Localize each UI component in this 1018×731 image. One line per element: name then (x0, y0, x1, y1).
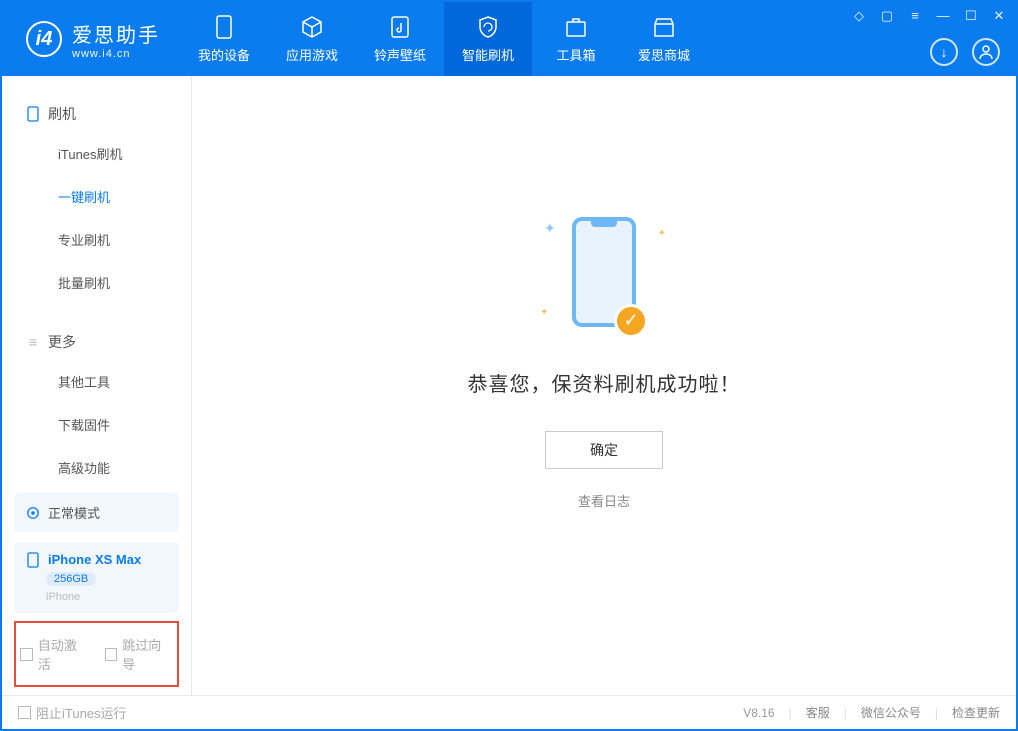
checkbox-block-itunes[interactable]: 阻止iTunes运行 (18, 703, 127, 722)
tab-label: 应用游戏 (286, 45, 338, 64)
sidebar-item-advanced[interactable]: 高级功能 (2, 446, 191, 489)
success-message: 恭喜您，保资料刷机成功啦！ (468, 368, 741, 397)
sidebar-item-other-tools[interactable]: 其他工具 (2, 360, 191, 403)
header: i4 爱思助手 www.i4.cn 我的设备 应用游戏 铃声壁纸 智能刷机 工具… (2, 2, 1016, 76)
check-update-link[interactable]: 检查更新 (952, 704, 1000, 721)
checkbox-skip-guide[interactable]: 跳过向导 (105, 635, 174, 673)
tab-my-device[interactable]: 我的设备 (180, 2, 268, 76)
cube-icon (300, 15, 324, 39)
device-capacity: 256GB (46, 572, 96, 586)
mode-icon (26, 506, 40, 520)
tab-apps[interactable]: 应用游戏 (268, 2, 356, 76)
divider: | (935, 706, 938, 720)
support-link[interactable]: 客服 (806, 704, 830, 721)
sidebar-item-itunes-flash[interactable]: iTunes刷机 (2, 132, 191, 175)
maximize-icon[interactable]: ☐ (962, 8, 980, 24)
window-controls: ◇ ▢ ≡ — ☐ ✕ (850, 8, 1008, 24)
tab-toolbox[interactable]: 工具箱 (532, 2, 620, 76)
device-type: iPhone (46, 591, 167, 603)
sidebar: 刷机 iTunes刷机 一键刷机 专业刷机 批量刷机 ≡ 更多 其他工具 下载固… (2, 76, 192, 695)
close-icon[interactable]: ✕ (990, 8, 1008, 24)
group-label: 更多 (48, 332, 76, 352)
sidebar-item-download-firmware[interactable]: 下载固件 (2, 403, 191, 446)
device-name-row: iPhone XS Max (26, 552, 167, 567)
sidebar-item-batch-flash[interactable]: 批量刷机 (2, 261, 191, 304)
logo-area: i4 爱思助手 www.i4.cn (2, 19, 180, 60)
footer: 阻止iTunes运行 V8.16 | 客服 | 微信公众号 | 检查更新 (2, 695, 1016, 729)
phone-icon (212, 15, 236, 39)
checkmark-badge-icon: ✓ (614, 304, 648, 338)
sparkle-icon: ✦ (540, 307, 548, 318)
device-info-box[interactable]: iPhone XS Max 256GB iPhone (14, 542, 179, 613)
checkbox-box-icon (20, 648, 33, 661)
logo-text: 爱思助手 www.i4.cn (72, 19, 160, 60)
confirm-button[interactable]: 确定 (545, 431, 663, 469)
checkbox-box-icon (105, 648, 118, 661)
checkbox-label: 阻止iTunes运行 (36, 703, 127, 722)
store-icon (652, 15, 676, 39)
main-area: 刷机 iTunes刷机 一键刷机 专业刷机 批量刷机 ≡ 更多 其他工具 下载固… (2, 76, 1016, 695)
divider: | (789, 706, 792, 720)
tab-ringtones[interactable]: 铃声壁纸 (356, 2, 444, 76)
shirt-icon[interactable]: ◇ (850, 8, 868, 24)
briefcase-icon (564, 15, 588, 39)
tab-label: 爱思商城 (638, 45, 690, 64)
download-button[interactable]: ↓ (930, 38, 958, 66)
tab-label: 我的设备 (198, 45, 250, 64)
account-button[interactable] (972, 38, 1000, 66)
content-area: ✦ ✦ ✦ ✓ 恭喜您，保资料刷机成功啦！ 确定 查看日志 (192, 76, 1016, 695)
success-illustration: ✦ ✦ ✦ ✓ (534, 202, 674, 342)
sidebar-item-pro-flash[interactable]: 专业刷机 (2, 218, 191, 261)
minimize-icon[interactable]: — (934, 8, 952, 24)
device-phone-icon (26, 553, 40, 567)
checkbox-auto-activate[interactable]: 自动激活 (20, 635, 89, 673)
group-label: 刷机 (48, 104, 76, 124)
checkbox-highlight-box: 自动激活 跳过向导 (14, 621, 179, 687)
checkbox-label: 自动激活 (38, 635, 89, 673)
menu-icon[interactable]: ≡ (906, 8, 924, 24)
device-mode-box[interactable]: 正常模式 (14, 493, 179, 532)
phone-notch (591, 221, 617, 227)
phone-small-icon (26, 107, 40, 121)
sidebar-group-flash: 刷机 (2, 96, 191, 132)
refresh-shield-icon (476, 15, 500, 39)
app-url: www.i4.cn (72, 48, 160, 60)
menu-small-icon: ≡ (26, 335, 40, 349)
version-label: V8.16 (743, 706, 774, 720)
tab-label: 铃声壁纸 (374, 45, 426, 64)
mode-label: 正常模式 (48, 503, 100, 522)
device-name: iPhone XS Max (48, 552, 141, 567)
app-name: 爱思助手 (72, 19, 160, 48)
tab-store[interactable]: 爱思商城 (620, 2, 708, 76)
music-file-icon (388, 15, 412, 39)
view-log-link[interactable]: 查看日志 (578, 491, 630, 510)
sidebar-group-more: ≡ 更多 (2, 324, 191, 360)
main-tabs: 我的设备 应用游戏 铃声壁纸 智能刷机 工具箱 爱思商城 (180, 2, 708, 76)
sparkle-icon: ✦ (658, 228, 666, 239)
wechat-link[interactable]: 微信公众号 (861, 704, 921, 721)
app-logo-icon: i4 (26, 21, 62, 57)
checkbox-label: 跳过向导 (122, 635, 173, 673)
footer-left: 阻止iTunes运行 (18, 703, 127, 722)
tab-smart-flash[interactable]: 智能刷机 (444, 2, 532, 76)
tab-label: 工具箱 (556, 45, 595, 64)
lock-icon[interactable]: ▢ (878, 8, 896, 24)
tab-label: 智能刷机 (462, 45, 514, 64)
divider (2, 304, 191, 324)
sidebar-bottom: 正常模式 iPhone XS Max 256GB iPhone 自动激活 跳过向… (2, 493, 191, 695)
checkbox-box-icon (18, 706, 31, 719)
sidebar-item-oneclick-flash[interactable]: 一键刷机 (2, 175, 191, 218)
header-right-buttons: ↓ (930, 38, 1000, 66)
footer-right: V8.16 | 客服 | 微信公众号 | 检查更新 (743, 704, 1000, 721)
sparkle-icon: ✦ (544, 220, 556, 237)
divider: | (844, 706, 847, 720)
